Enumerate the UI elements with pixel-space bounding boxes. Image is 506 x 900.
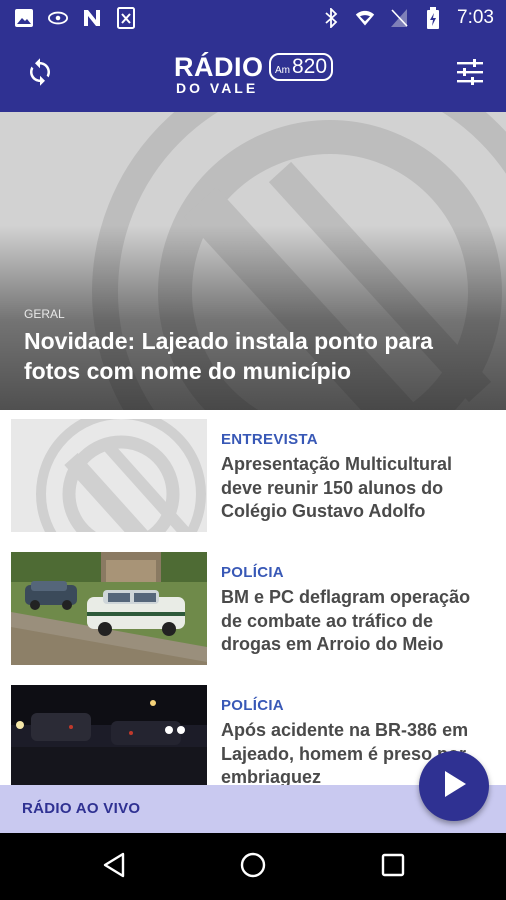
pocket-icon: [48, 7, 68, 29]
clock: 7:03: [457, 7, 494, 28]
recents-icon: [381, 853, 405, 882]
excel-icon: [116, 7, 136, 29]
play-icon: [440, 769, 468, 804]
logo-frequency-badge: Am 820: [269, 53, 333, 81]
wifi-icon: [355, 7, 375, 29]
status-bar: 7:03: [0, 0, 506, 36]
app-bar: RÁDIO DO VALE Am 820: [0, 36, 506, 112]
no-sim-icon: [389, 7, 409, 29]
back-button[interactable]: [94, 847, 134, 887]
news-thumbnail: [11, 552, 207, 665]
recents-button[interactable]: [373, 847, 413, 887]
featured-category: GERAL: [24, 307, 65, 321]
back-icon: [102, 852, 126, 883]
news-category: POLÍCIA: [221, 564, 284, 581]
home-button[interactable]: [233, 847, 273, 887]
logo-subtext: DO VALE: [176, 80, 259, 96]
filter-sliders-icon: [456, 58, 484, 90]
news-thumbnail: [11, 685, 207, 785]
news-headline[interactable]: Apresentação Multicultural deve reunir 1…: [221, 453, 496, 524]
featured-title[interactable]: Novidade: Lajeado instala ponto para fot…: [24, 326, 464, 386]
filter-button[interactable]: [452, 56, 488, 92]
home-icon: [239, 851, 267, 884]
news-category: POLÍCIA: [221, 697, 284, 714]
image-icon: [14, 7, 34, 29]
news-category: ENTREVISTA: [221, 431, 318, 448]
placeholder-logo-icon: [11, 419, 207, 532]
play-button[interactable]: [419, 751, 489, 821]
featured-article[interactable]: GERAL Novidade: Lajeado instala ponto pa…: [0, 112, 506, 410]
radio-logo: RÁDIO DO VALE Am 820: [174, 50, 334, 98]
news-list: ENTREVISTA Apresentação Multicultural de…: [0, 410, 506, 785]
bluetooth-icon: [321, 7, 341, 29]
list-item[interactable]: POLÍCIA BM e PC deflagram operação de co…: [0, 543, 506, 665]
refresh-icon: [25, 57, 55, 92]
battery-icon: [423, 7, 443, 29]
night-road-photo: [11, 685, 207, 785]
live-radio-label: RÁDIO AO VIVO: [22, 800, 141, 817]
logo-band: Am: [274, 64, 290, 76]
logo-frequency: 820: [291, 55, 328, 78]
n-app-icon: [82, 7, 102, 29]
logo-text: RÁDIO: [174, 52, 264, 82]
news-thumbnail: [11, 419, 207, 532]
list-item[interactable]: ENTREVISTA Apresentação Multicultural de…: [0, 410, 506, 532]
system-nav-bar: [0, 833, 506, 900]
news-headline[interactable]: BM e PC deflagram operação de combate ao…: [221, 586, 496, 657]
police-cars-photo: [11, 552, 207, 665]
refresh-button[interactable]: [22, 56, 58, 92]
